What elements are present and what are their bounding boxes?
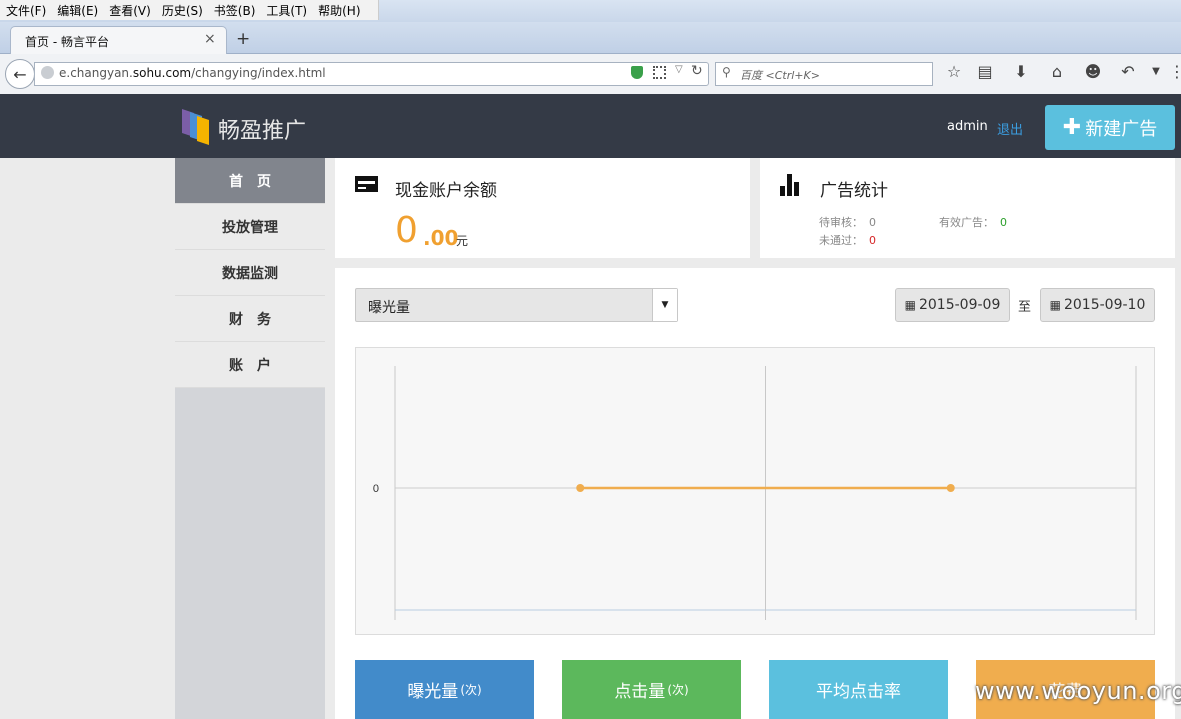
url-text: e.changyan.sohu.com/changying/index.html [59, 66, 326, 80]
chat-icon[interactable]: ☻ [1082, 62, 1104, 81]
download-icon[interactable]: ⬇ [1010, 62, 1032, 81]
ctr-button[interactable]: 平均点击率 [769, 660, 948, 719]
y-tick-label: 0 [373, 483, 379, 495]
balance-panel: 现金账户余额 0 .00 元 [335, 158, 750, 258]
globe-icon [41, 66, 54, 79]
pending-stat: 待审核： 0 [819, 216, 876, 229]
sidebar-item-delivery[interactable]: 投放管理 [175, 204, 325, 250]
close-icon[interactable]: × [204, 31, 216, 47]
reload-icon[interactable]: ↻ [691, 63, 703, 79]
search-placeholder: 百度 <Ctrl+K> [740, 69, 820, 82]
search-icon: ⚲ [722, 65, 731, 79]
date-to-button[interactable]: ▦ 2015-09-10 [1040, 288, 1155, 322]
url-bar[interactable]: e.changyan.sohu.com/changying/index.html… [34, 62, 709, 86]
new-tab-button[interactable]: + [236, 29, 250, 49]
back-button[interactable]: ← [5, 59, 35, 89]
menu-edit[interactable]: 编辑(E) [57, 2, 98, 19]
dropdown-icon[interactable]: ▽ [675, 64, 683, 75]
logo-icon [182, 109, 209, 145]
menu-bookmarks[interactable]: 书签(B) [214, 2, 256, 19]
tab-title: 首页 - 畅言平台 [25, 35, 109, 49]
menu-file[interactable]: 文件(F) [6, 2, 46, 19]
balance-unit: 元 [456, 234, 469, 248]
metric-select[interactable]: 曝光量 ▼ [355, 288, 678, 322]
new-ad-label: 新建广告 [1085, 118, 1158, 140]
plus-icon: ✚ [1062, 115, 1082, 140]
data-point [946, 484, 955, 492]
menu-items: 文件(F) 编辑(E) 查看(V) 历史(S) 书签(B) 工具(T) 帮助(H… [0, 0, 379, 20]
sidebar-item-account[interactable]: 账 户 [175, 342, 325, 388]
menu-help[interactable]: 帮助(H) [318, 2, 360, 19]
watermark: www.wooyun.org [975, 677, 1181, 705]
ad-stats-panel: 广告统计 待审核： 0 有效广告： 0 未通过： 0 [760, 158, 1175, 258]
line-chart: 0 [373, 366, 1137, 620]
menu-dropdown-icon[interactable]: ▼ [1145, 66, 1167, 77]
calendar-icon: ▦ [1049, 298, 1061, 312]
bookmark-star-icon[interactable]: ☆ [943, 62, 965, 81]
impressions-button[interactable]: 曝光量 (次) [355, 660, 534, 719]
logout-link[interactable]: 退出 [997, 119, 1023, 138]
balance-title: 现金账户余额 [395, 181, 497, 201]
search-bar[interactable]: ⚲ 百度 <Ctrl+K> [715, 62, 933, 86]
shield-icon[interactable] [631, 66, 643, 79]
username: admin [947, 119, 988, 134]
menu-history[interactable]: 历史(S) [162, 2, 203, 19]
sidebar-item-home[interactable]: 首 页 [175, 158, 325, 204]
balance-integer: 0 [395, 210, 418, 251]
date-from-button[interactable]: ▦ 2015-09-09 [895, 288, 1010, 322]
logo-text[interactable]: 畅盈推广 [218, 113, 306, 145]
browser-tab[interactable]: 首页 - 畅言平台 × [10, 26, 227, 54]
balance-decimal: .00 [423, 226, 459, 250]
sidebar-item-finance[interactable]: 财 务 [175, 296, 325, 342]
credit-card-icon [355, 176, 378, 192]
metric-selected: 曝光量 [368, 300, 410, 316]
menu-tools[interactable]: 工具(T) [266, 2, 307, 19]
undo-icon[interactable]: ↶ [1117, 62, 1139, 81]
bar-chart-icon [780, 174, 804, 196]
reading-list-icon[interactable]: ▤ [974, 62, 996, 81]
arrow-left-icon: ← [13, 64, 27, 84]
valid-stat: 有效广告： 0 [939, 216, 1007, 229]
more-icon[interactable]: ⋮ [1166, 62, 1181, 81]
data-point [576, 484, 585, 492]
rejected-stat: 未通过： 0 [819, 234, 876, 247]
new-ad-button[interactable]: ✚ 新建广告 [1045, 105, 1175, 150]
calendar-icon: ▦ [904, 298, 916, 312]
chart-panel: 曝光量 ▼ ▦ 2015-09-09 至 ▦ 2015-09-10 0 曝光量 (次)… [335, 268, 1175, 719]
ad-stats-title: 广告统计 [820, 181, 888, 201]
sidebar-item-monitoring[interactable]: 数据监测 [175, 250, 325, 296]
menu-view[interactable]: 查看(V) [109, 2, 151, 19]
sidebar: 首 页 投放管理 数据监测 财 务 账 户 [175, 158, 325, 719]
caret-down-icon[interactable]: ▼ [652, 289, 677, 321]
clicks-button[interactable]: 点击量 (次) [562, 660, 741, 719]
qrcode-icon[interactable] [653, 66, 666, 79]
chart-area: 0 [355, 347, 1155, 635]
date-separator: 至 [1018, 300, 1032, 315]
home-icon[interactable]: ⌂ [1046, 62, 1068, 81]
